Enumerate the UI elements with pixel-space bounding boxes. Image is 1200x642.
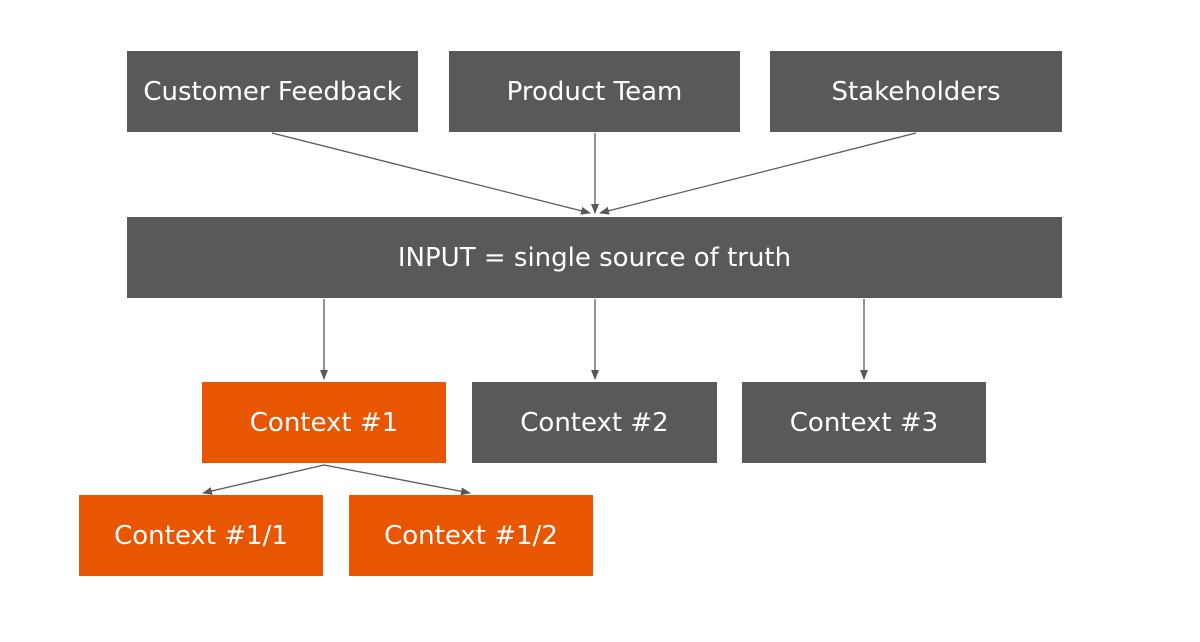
node-context-3: Context #3 xyxy=(742,382,986,463)
node-label: Context #3 xyxy=(789,407,939,438)
node-label: Stakeholders xyxy=(831,76,1001,107)
node-context-1: Context #1 xyxy=(202,382,446,463)
node-label: Context #1 xyxy=(249,407,399,438)
node-label: INPUT = single source of truth xyxy=(397,242,792,273)
edge-customer-feedback-to-input xyxy=(271,132,591,215)
node-context-1-1: Context #1/1 xyxy=(79,495,323,576)
node-context-1-2: Context #1/2 xyxy=(349,495,593,576)
node-label: Context #1/2 xyxy=(384,520,558,551)
edge-context-1-to-context-1-2 xyxy=(323,464,471,496)
node-product-team: Product Team xyxy=(449,51,740,132)
edge-context-1-to-context-1-1 xyxy=(202,464,325,495)
node-label: Context #1/1 xyxy=(114,520,288,551)
node-label: Customer Feedback xyxy=(143,76,402,107)
node-customer-feedback: Customer Feedback xyxy=(127,51,418,132)
node-stakeholders: Stakeholders xyxy=(770,51,1062,132)
node-input-single-source-of-truth: INPUT = single source of truth xyxy=(127,217,1062,298)
node-label: Product Team xyxy=(506,76,683,107)
edge-stakeholders-to-input xyxy=(599,132,917,215)
node-label: Context #2 xyxy=(520,407,669,438)
node-context-2: Context #2 xyxy=(472,382,717,463)
